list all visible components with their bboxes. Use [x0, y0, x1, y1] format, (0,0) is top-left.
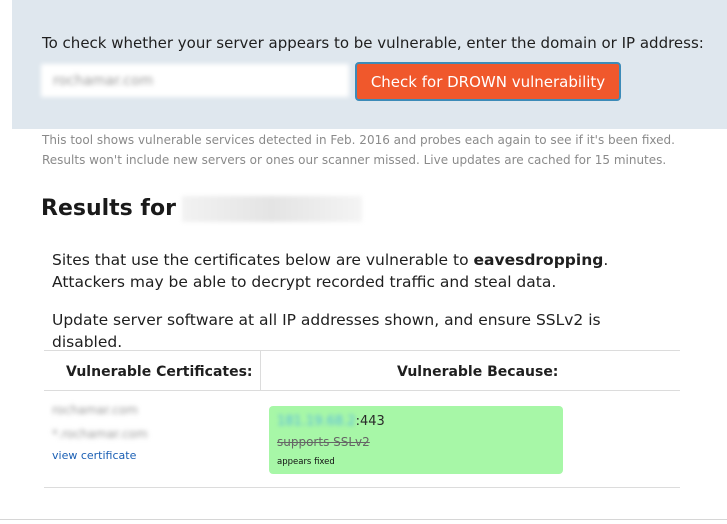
- certificate-domain: rochamar.com: [52, 403, 138, 417]
- results-heading-label: Results for: [41, 196, 176, 221]
- table-bottom-rule: [44, 487, 680, 488]
- vulnerability-reason: supports SSLv2: [277, 435, 370, 449]
- table-header-rule: [44, 390, 680, 391]
- remediation-advice: Update server software at all IP address…: [52, 311, 601, 351]
- check-drown-button[interactable]: Check for DROWN vulnerability: [355, 62, 621, 101]
- check-prompt: To check whether your server appears to …: [42, 34, 704, 52]
- port-suffix: :443: [355, 414, 385, 429]
- vulnerable-endpoint: 181.19.68.2:443: [277, 414, 385, 429]
- table-column-separator: [260, 350, 261, 390]
- domain-input[interactable]: [41, 64, 349, 97]
- certificate-wildcard-domain: *.rochamar.com: [52, 427, 148, 441]
- header-vulnerable-because: Vulnerable Because:: [397, 364, 559, 380]
- header-vulnerable-certificates: Vulnerable Certificates:: [66, 364, 253, 380]
- vulnerability-explanation: Sites that use the certificates below ar…: [52, 251, 609, 291]
- eavesdropping-emphasis: eavesdropping: [473, 251, 604, 269]
- tool-note-line-2: Results won't include new servers or one…: [42, 153, 667, 167]
- tool-note-line-1: This tool shows vulnerable services dete…: [42, 133, 675, 147]
- fixed-status-label: appears fixed: [277, 457, 335, 467]
- vulnerability-status-box: 181.19.68.2:443 supports SSLv2 appears f…: [269, 406, 563, 474]
- table-top-rule: [44, 350, 680, 351]
- page-bottom-rule: [0, 519, 727, 520]
- results-domain-redacted: [181, 196, 362, 222]
- view-certificate-link[interactable]: view certificate: [52, 449, 136, 462]
- ip-address: 181.19.68.2: [277, 414, 356, 429]
- results-heading: Results for: [41, 196, 362, 222]
